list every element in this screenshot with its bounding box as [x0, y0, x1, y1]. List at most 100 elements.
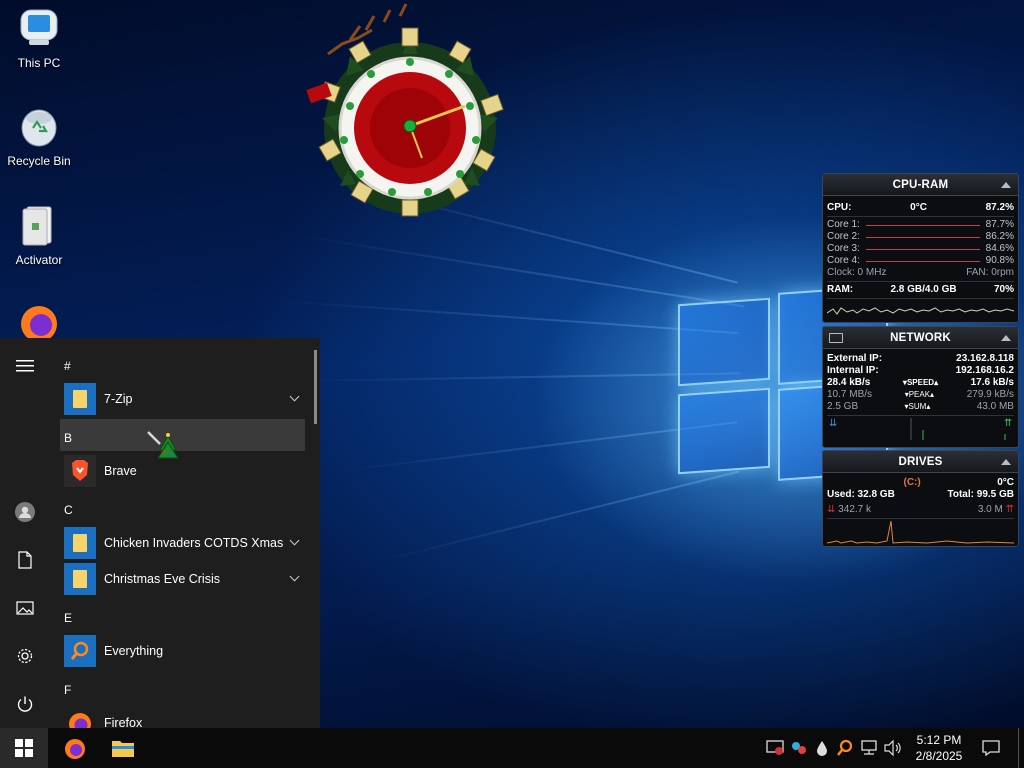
hamburger-icon	[16, 360, 34, 372]
app-label: Firefox	[104, 716, 143, 728]
this-pc-icon	[17, 6, 61, 50]
core-row: Core 3: 84.6%	[823, 243, 1018, 255]
taskbar-clock[interactable]: 5:12 PM 2/8/2025	[904, 732, 974, 764]
read-rate: 342.7 k	[838, 504, 871, 515]
desktop-icon-activator[interactable]: Activator	[0, 203, 79, 267]
group-header-hash[interactable]: #	[64, 359, 71, 373]
search-icon	[64, 635, 96, 667]
tray-network-icon[interactable]	[858, 728, 880, 768]
network-gadget: NETWORK External IP: 23.162.8.118 Intern…	[822, 326, 1019, 448]
drives-gadget: DRIVES (C:) 0°C Used: 32.8 GB Total: 99.…	[822, 450, 1019, 547]
app-chicken-invaders[interactable]: Chicken Invaders COTDS Xmas	[60, 525, 306, 561]
ram-percent: 70%	[993, 284, 1014, 295]
chevron-down-icon[interactable]	[289, 391, 300, 402]
drive-used: Used: 32.8 GB	[827, 489, 895, 500]
app-list: # 7-Zip B Brave C Chicken Invaders COTDS…	[50, 338, 314, 728]
sum-label: ▾SUM▴	[904, 402, 931, 411]
svg-text:⇊: ⇊	[829, 418, 837, 429]
drives-header: DRIVES	[823, 451, 1018, 473]
start-menu-rail	[0, 338, 50, 728]
app-label: Brave	[104, 464, 137, 478]
collapse-arrow-icon[interactable]	[1001, 335, 1011, 341]
user-account-button[interactable]	[0, 492, 50, 532]
christmas-clock-gadget[interactable]	[300, 0, 520, 225]
desktop-icon-this-pc[interactable]: This PC	[0, 6, 79, 70]
chevron-down-icon[interactable]	[289, 535, 300, 546]
group-header-c[interactable]: C	[64, 503, 73, 517]
core-row: Core 4: 90.8%	[823, 255, 1018, 267]
cpu-ram-title: CPU-RAM	[892, 178, 949, 191]
svg-text:⇈: ⇈	[1004, 418, 1012, 429]
cpu-ram-header: CPU-RAM	[823, 174, 1018, 196]
collapse-arrow-icon[interactable]	[1001, 459, 1011, 465]
desktop-icon-recycle-bin[interactable]: Recycle Bin	[0, 104, 79, 168]
documents-button[interactable]	[0, 540, 50, 580]
app-christmas-eve-crisis[interactable]: Christmas Eve Crisis	[60, 561, 306, 597]
cpu-value: 87.2%	[985, 202, 1014, 213]
brave-icon	[64, 455, 96, 487]
app-firefox[interactable]: Firefox	[60, 705, 306, 728]
download-peak: 10.7 MB/s	[827, 389, 873, 400]
picture-icon	[16, 601, 34, 615]
taskbar-firefox[interactable]	[52, 728, 98, 768]
cpu-label: CPU:	[827, 202, 852, 213]
network-header: NETWORK	[823, 327, 1018, 349]
app-7zip[interactable]: 7-Zip	[60, 381, 306, 417]
cpu-temp: 0°C	[910, 202, 927, 213]
app-brave[interactable]: Brave	[60, 453, 306, 489]
group-header-e[interactable]: E	[64, 611, 72, 625]
group-header-b[interactable]: B	[64, 431, 72, 445]
ram-graph	[826, 298, 1015, 320]
core-value: 90.8%	[985, 255, 1014, 266]
external-ip-row: External IP: 23.162.8.118	[823, 353, 1018, 365]
group-header-f[interactable]: F	[64, 683, 71, 697]
folder-icon	[64, 563, 96, 595]
internal-ip-label: Internal IP:	[827, 365, 879, 376]
app-label: 7-Zip	[104, 392, 133, 406]
tray-monitor-icon[interactable]	[764, 728, 786, 768]
start-button[interactable]	[0, 728, 48, 768]
activator-icon	[17, 203, 61, 247]
firefox-icon	[64, 707, 96, 728]
expand-menu-button[interactable]	[0, 346, 50, 386]
christmas-tree-cursor-icon	[147, 431, 179, 459]
taskbar-date: 2/8/2025	[915, 749, 963, 763]
tray-volume-icon[interactable]	[882, 728, 904, 768]
speed-row: 28.4 kB/s ▾SPEED▴ 17.6 kB/s	[823, 377, 1018, 389]
core-row: Core 1: 87.7%	[823, 219, 1018, 231]
folder-icon	[112, 741, 134, 757]
tray-droplet-icon[interactable]	[812, 728, 832, 768]
drives-title: DRIVES	[898, 455, 943, 468]
cpu-ram-gadget: CPU-RAM CPU: 0°C 87.2% Core 1: 87.7% Cor…	[822, 173, 1019, 323]
hover-highlight	[60, 419, 305, 451]
taskbar: 5:12 PM 2/8/2025	[0, 728, 1024, 768]
external-ip-value: 23.162.8.118	[956, 353, 1014, 364]
show-desktop-button[interactable]	[1018, 728, 1024, 768]
pictures-button[interactable]	[0, 588, 50, 628]
tray-search-icon[interactable]	[834, 728, 856, 768]
recycle-bin-icon	[17, 104, 61, 148]
app-everything[interactable]: Everything	[60, 633, 306, 669]
tray-app-icon[interactable]	[788, 728, 810, 768]
core-label: Core 4:	[827, 255, 860, 266]
clock-fan-row: Clock: 0 MHz FAN: 0rpm	[823, 267, 1018, 279]
download-sum: 2.5 GB	[827, 401, 859, 412]
user-icon	[15, 502, 35, 522]
core-value: 87.7%	[985, 219, 1014, 230]
chevron-down-icon[interactable]	[289, 571, 300, 582]
peak-label: ▾PEAK▴	[904, 390, 935, 399]
write-rate: 3.0 M	[977, 504, 1003, 515]
ram-label: RAM:	[827, 284, 854, 295]
action-center-button[interactable]	[978, 728, 1004, 768]
settings-button[interactable]	[0, 636, 50, 676]
collapse-arrow-icon[interactable]	[1001, 182, 1011, 188]
power-button[interactable]	[0, 684, 50, 724]
core-value: 84.6%	[985, 243, 1014, 254]
network-title: NETWORK	[890, 331, 951, 344]
drive-rate-row: ⇊ 342.7 k 3.0 M ⇈	[823, 504, 1018, 516]
scrollbar[interactable]	[314, 350, 317, 424]
network-graph: ⇊ ⇈	[827, 415, 1014, 440]
taskbar-file-explorer[interactable]	[100, 728, 146, 768]
drive-total: Total: 99.5 GB	[947, 489, 1015, 500]
external-ip-label: External IP:	[827, 353, 883, 364]
